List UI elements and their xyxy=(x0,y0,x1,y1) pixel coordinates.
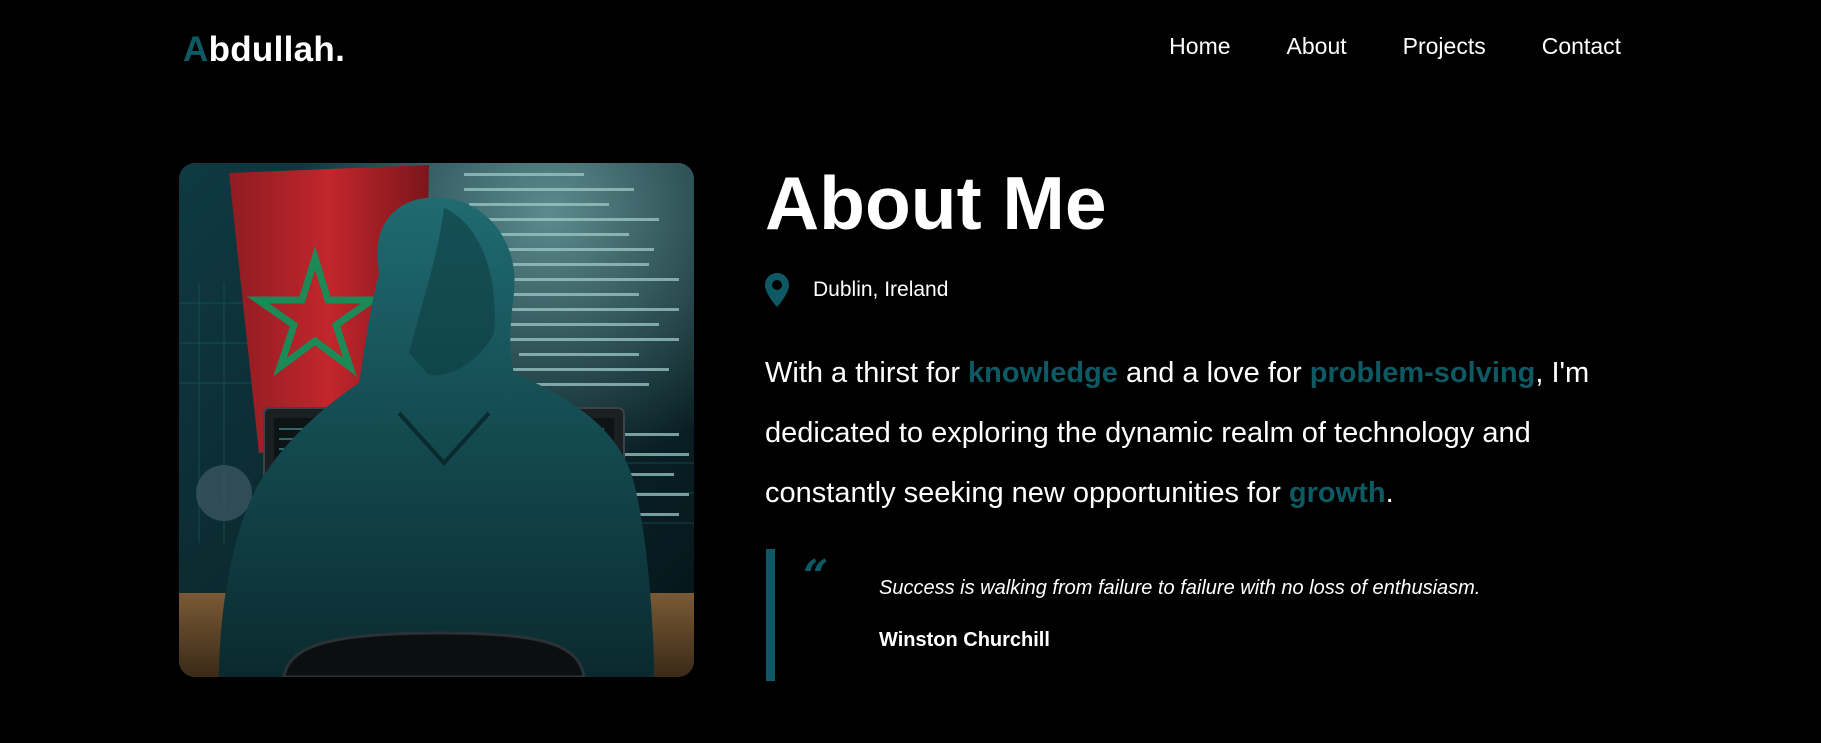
bio-highlight-growth: growth xyxy=(1288,477,1386,509)
bio-paragraph: With a thirst for knowledge and a love f… xyxy=(765,343,1665,523)
bio-highlight-problem-solving: problem-solving xyxy=(1309,357,1536,389)
brand-logo-initial: A xyxy=(183,30,209,69)
bio-highlight-knowledge: knowledge xyxy=(968,357,1118,389)
bio-text-2: and a love for xyxy=(1117,357,1310,389)
quote-author: Winston Churchill xyxy=(879,629,1050,651)
quote-block: “ Success is walking from failure to fai… xyxy=(766,549,1586,681)
brand-logo-name: bdullah. xyxy=(208,30,346,69)
quote-mark-icon: “ xyxy=(803,551,829,602)
profile-image xyxy=(179,163,694,677)
nav-home[interactable]: Home xyxy=(1169,33,1230,60)
nav-projects[interactable]: Projects xyxy=(1403,33,1486,60)
bio-text-4: . xyxy=(1385,477,1394,509)
nav-contact[interactable]: Contact xyxy=(1542,33,1621,60)
page: Abdullah. Home About Projects Contact Ab… xyxy=(0,0,1821,743)
page-title: About Me xyxy=(765,161,1107,245)
brand-logo[interactable]: Abdullah. xyxy=(183,30,345,70)
main-nav: Home About Projects Contact xyxy=(1169,33,1621,60)
hooded-hacker-illustration xyxy=(179,163,694,677)
location-text: Dublin, Ireland xyxy=(813,278,949,301)
quote-text: Success is walking from failure to failu… xyxy=(879,577,1481,599)
location: Dublin, Ireland xyxy=(765,273,948,307)
map-pin-icon xyxy=(765,273,789,307)
bio-text-1: With a thirst for xyxy=(765,357,969,389)
nav-about[interactable]: About xyxy=(1287,33,1347,60)
